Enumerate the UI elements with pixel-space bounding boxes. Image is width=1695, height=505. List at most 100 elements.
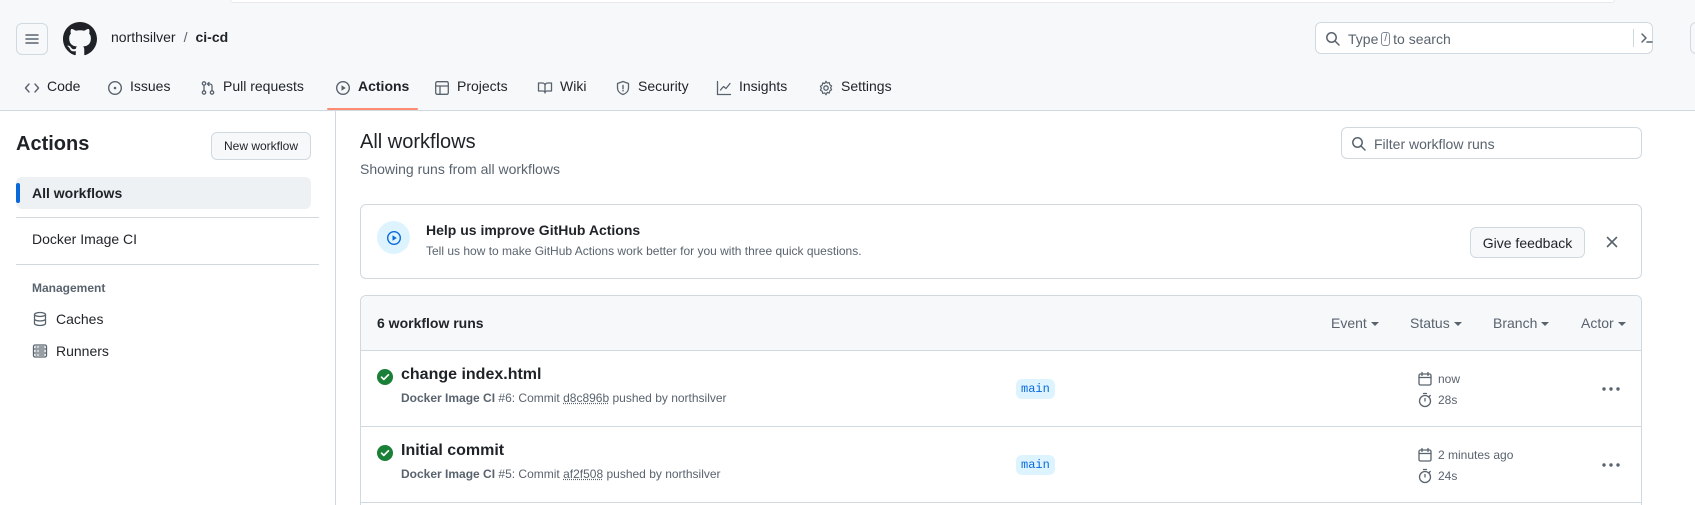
branch-filter[interactable]: Branch <box>1493 315 1549 331</box>
breadcrumb-owner[interactable]: northsilver <box>111 29 176 45</box>
browser-strip <box>0 0 1695 6</box>
repo-nav: Code Issues Pull requests Actions Projec… <box>0 70 1695 111</box>
run-duration-label: 28s <box>1438 393 1457 407</box>
run-workflow-name: Docker Image CI <box>401 391 495 405</box>
run-duration: 24s <box>1417 468 1457 484</box>
sidebar-item-label: All workflows <box>32 185 122 201</box>
hamburger-icon <box>24 31 40 47</box>
filter-label: Event <box>1331 315 1367 331</box>
search-icon <box>1325 31 1341 47</box>
run-options-button[interactable] <box>1599 453 1623 477</box>
chevron-down-icon <box>1454 322 1462 326</box>
filter-workflow-runs-input[interactable]: Filter workflow runs <box>1341 127 1642 159</box>
tab-label: Pull requests <box>223 78 304 94</box>
tab-security[interactable]: Security <box>615 70 689 111</box>
tab-issues[interactable]: Issues <box>107 70 170 111</box>
run-duration-label: 24s <box>1438 469 1457 483</box>
run-number: #5 <box>498 467 511 481</box>
breadcrumb-separator: / <box>184 29 188 45</box>
gear-icon <box>818 80 834 96</box>
give-feedback-button[interactable]: Give feedback <box>1470 227 1585 258</box>
play-icon <box>335 80 351 96</box>
commit-sha-link[interactable]: af2f508 <box>563 467 603 481</box>
tab-label: Wiki <box>560 78 586 94</box>
header-extra-button[interactable] <box>1690 22 1695 54</box>
kebab-horizontal-icon <box>1602 463 1620 467</box>
sidebar-title: Actions <box>16 133 89 156</box>
chevron-down-icon <box>1618 322 1626 326</box>
breadcrumb-repo[interactable]: ci-cd <box>195 29 228 45</box>
stopwatch-icon <box>1417 392 1433 408</box>
tab-label: Code <box>47 78 80 94</box>
search-suffix: to search <box>1393 31 1451 47</box>
tab-label: Settings <box>841 78 892 94</box>
database-icon <box>32 311 48 327</box>
feedback-icon-wrapper <box>377 221 410 254</box>
run-timestamp: now <box>1417 371 1460 387</box>
check-circle-icon <box>377 445 393 461</box>
workflow-run-row[interactable]: Initial commit Docker Image CI #5: Commi… <box>361 427 1642 503</box>
code-icon <box>24 80 40 96</box>
tab-label: Issues <box>130 78 170 94</box>
active-item-marker <box>16 183 20 203</box>
actions-sidebar: Actions New workflow All workflows Docke… <box>0 111 336 505</box>
commit-sha-link[interactable]: d8c896b <box>563 391 609 405</box>
tab-pull-requests[interactable]: Pull requests <box>200 70 304 111</box>
run-options-button[interactable] <box>1599 377 1623 401</box>
sidebar-item-docker-image-ci[interactable]: Docker Image CI <box>32 231 137 247</box>
filter-label: Branch <box>1493 315 1537 331</box>
tab-actions[interactable]: Actions <box>335 70 409 111</box>
sidebar-item-all-workflows[interactable]: All workflows <box>16 177 311 209</box>
run-timestamp: 2 minutes ago <box>1417 447 1513 463</box>
page-subtitle: Showing runs from all workflows <box>360 161 560 177</box>
tab-projects[interactable]: Projects <box>434 70 508 111</box>
tab-code[interactable]: Code <box>24 70 80 111</box>
tab-settings[interactable]: Settings <box>818 70 892 111</box>
status-filter[interactable]: Status <box>1410 315 1462 331</box>
new-workflow-button[interactable]: New workflow <box>211 132 311 160</box>
branch-badge[interactable]: main <box>1016 455 1055 475</box>
breadcrumb: northsilver / ci-cd <box>111 29 228 45</box>
tab-wiki[interactable]: Wiki <box>537 70 586 111</box>
shield-icon <box>615 80 631 96</box>
workflow-runs-list: 6 workflow runs Event Status Branch Acto… <box>360 295 1642 505</box>
actor-filter[interactable]: Actor <box>1581 315 1626 331</box>
workflow-run-row[interactable]: change index.html Docker Image CI #6: Co… <box>361 351 1642 427</box>
sidebar-divider <box>16 264 319 265</box>
run-title[interactable]: change index.html <box>401 366 541 384</box>
tab-insights[interactable]: Insights <box>716 70 787 111</box>
search-divider <box>1633 29 1634 47</box>
run-pushed-by: pushed by northsilver <box>612 391 726 405</box>
command-palette-icon[interactable] <box>1639 30 1655 46</box>
search-prefix: Type <box>1348 31 1378 47</box>
event-filter[interactable]: Event <box>1331 315 1379 331</box>
global-search-input[interactable]: Type / to search <box>1315 22 1653 54</box>
sidebar-divider <box>16 217 319 218</box>
sidebar-item-caches[interactable]: Caches <box>32 311 103 327</box>
run-commit-prefix: : Commit <box>512 467 560 481</box>
chevron-down-icon <box>1541 322 1549 326</box>
management-heading: Management <box>32 281 105 295</box>
close-icon[interactable] <box>1605 235 1619 249</box>
filter-label: Actor <box>1581 315 1614 331</box>
run-pushed-by: pushed by northsilver <box>606 467 720 481</box>
sidebar-item-runners[interactable]: Runners <box>32 343 109 359</box>
active-tab-underline <box>327 108 418 110</box>
menu-button[interactable] <box>16 23 48 55</box>
run-time-label: now <box>1438 372 1460 386</box>
feedback-title: Help us improve GitHub Actions <box>426 222 640 238</box>
feedback-banner: Help us improve GitHub Actions Tell us h… <box>360 204 1642 279</box>
kebab-horizontal-icon <box>1602 387 1620 391</box>
tab-label: Security <box>638 78 689 94</box>
github-logo-icon[interactable] <box>63 22 97 56</box>
run-title[interactable]: Initial commit <box>401 442 504 460</box>
chevron-down-icon <box>1371 322 1379 326</box>
page-title: All workflows <box>360 131 476 154</box>
branch-badge[interactable]: main <box>1016 379 1055 399</box>
filter-label: Status <box>1410 315 1450 331</box>
sidebar-item-label: Caches <box>56 311 103 327</box>
run-meta: Docker Image CI #5: Commit af2f508 pushe… <box>401 467 721 481</box>
run-meta: Docker Image CI #6: Commit d8c896b pushe… <box>401 391 727 405</box>
runs-count: 6 workflow runs <box>377 315 484 331</box>
pull-request-icon <box>200 80 216 96</box>
